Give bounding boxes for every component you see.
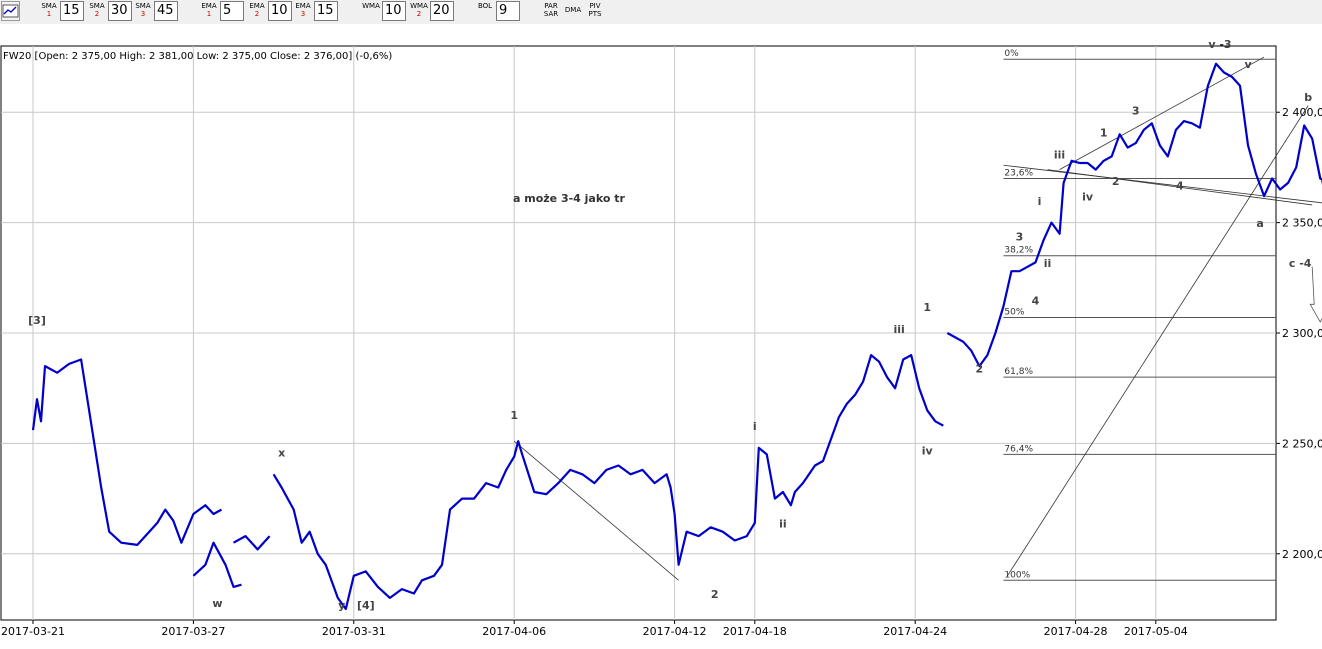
down-arrow-icon — [1309, 266, 1322, 323]
wave-label: 2 — [711, 588, 719, 601]
wave-label: b — [1304, 91, 1312, 104]
x-tick-label: 2017-03-21 — [1, 625, 65, 638]
fib-level-label: 61,8% — [1004, 367, 1033, 377]
x-tick-label: 2017-04-18 — [723, 625, 787, 638]
price-chart[interactable]: 2 200,0 2 250,0 2 300,0 2 350,0 2 400,0 2017-… — [0, 0, 1322, 649]
x-tick-label: 2017-04-12 — [643, 625, 707, 638]
x-tick-label: 2017-03-27 — [161, 625, 225, 638]
y-tick-label: 2 350,0 — [1282, 217, 1322, 230]
x-tick-label: 2017-04-06 — [482, 625, 546, 638]
wave-label: x — [278, 447, 285, 460]
fib-level-label: 100% — [1004, 570, 1030, 580]
wave-label: ii — [779, 517, 787, 530]
y-tick-label: 2 400,0 — [1282, 106, 1322, 119]
x-tick-label: 2017-03-31 — [322, 625, 386, 638]
wave-label: iii — [1054, 149, 1065, 162]
x-tick-label: 2017-04-24 — [883, 625, 947, 638]
wave-label: v — [1244, 58, 1252, 71]
chart-annotation: a może 3-4 jako tr — [513, 192, 626, 205]
wave-label: i — [1038, 195, 1042, 208]
wave-label: 1 — [923, 301, 931, 314]
wave-label: iii — [894, 323, 905, 336]
wave-label: 3 — [1132, 104, 1140, 117]
wave-label: w — [212, 597, 222, 610]
y-tick-label: 2 200,0 — [1282, 548, 1322, 561]
wave-label: c -4 — [1289, 257, 1312, 270]
fib-level-label: 50% — [1004, 308, 1024, 318]
wave-label: [4] — [357, 599, 375, 612]
wave-label: 4 — [1176, 180, 1184, 193]
wave-label: 1 — [1100, 127, 1108, 140]
wave-label: 1 — [510, 409, 518, 422]
x-tick-label: 2017-04-28 — [1044, 625, 1108, 638]
wave-label: 3 — [1016, 230, 1024, 243]
wave-label: 2 — [976, 363, 984, 376]
wave-label: y — [338, 599, 345, 612]
fib-level-label: 0% — [1004, 49, 1019, 59]
y-tick-label: 2 250,0 — [1282, 437, 1322, 450]
wave-label: 4 — [1032, 294, 1040, 307]
x-tick-label: 2017-05-04 — [1124, 625, 1188, 638]
wave-label: 2 — [1112, 175, 1120, 188]
fib-level-label: 76,4% — [1004, 444, 1033, 454]
y-tick-label: 2 300,0 — [1282, 327, 1322, 340]
wave-label: a — [1256, 217, 1263, 230]
fib-level-label: 23,6% — [1004, 168, 1033, 178]
wave-label: iv — [1082, 191, 1094, 204]
chart-info: FW20 [Open: 2 375,00 High: 2 381,00 Low:… — [3, 51, 392, 62]
fib-level-label: 38,2% — [1004, 246, 1033, 256]
wave-label: ii — [1044, 257, 1052, 270]
wave-label: v -3 — [1208, 38, 1231, 51]
wave-label: iv — [922, 444, 934, 457]
wave-label: [3] — [28, 314, 46, 327]
wave-label: i — [753, 420, 757, 433]
